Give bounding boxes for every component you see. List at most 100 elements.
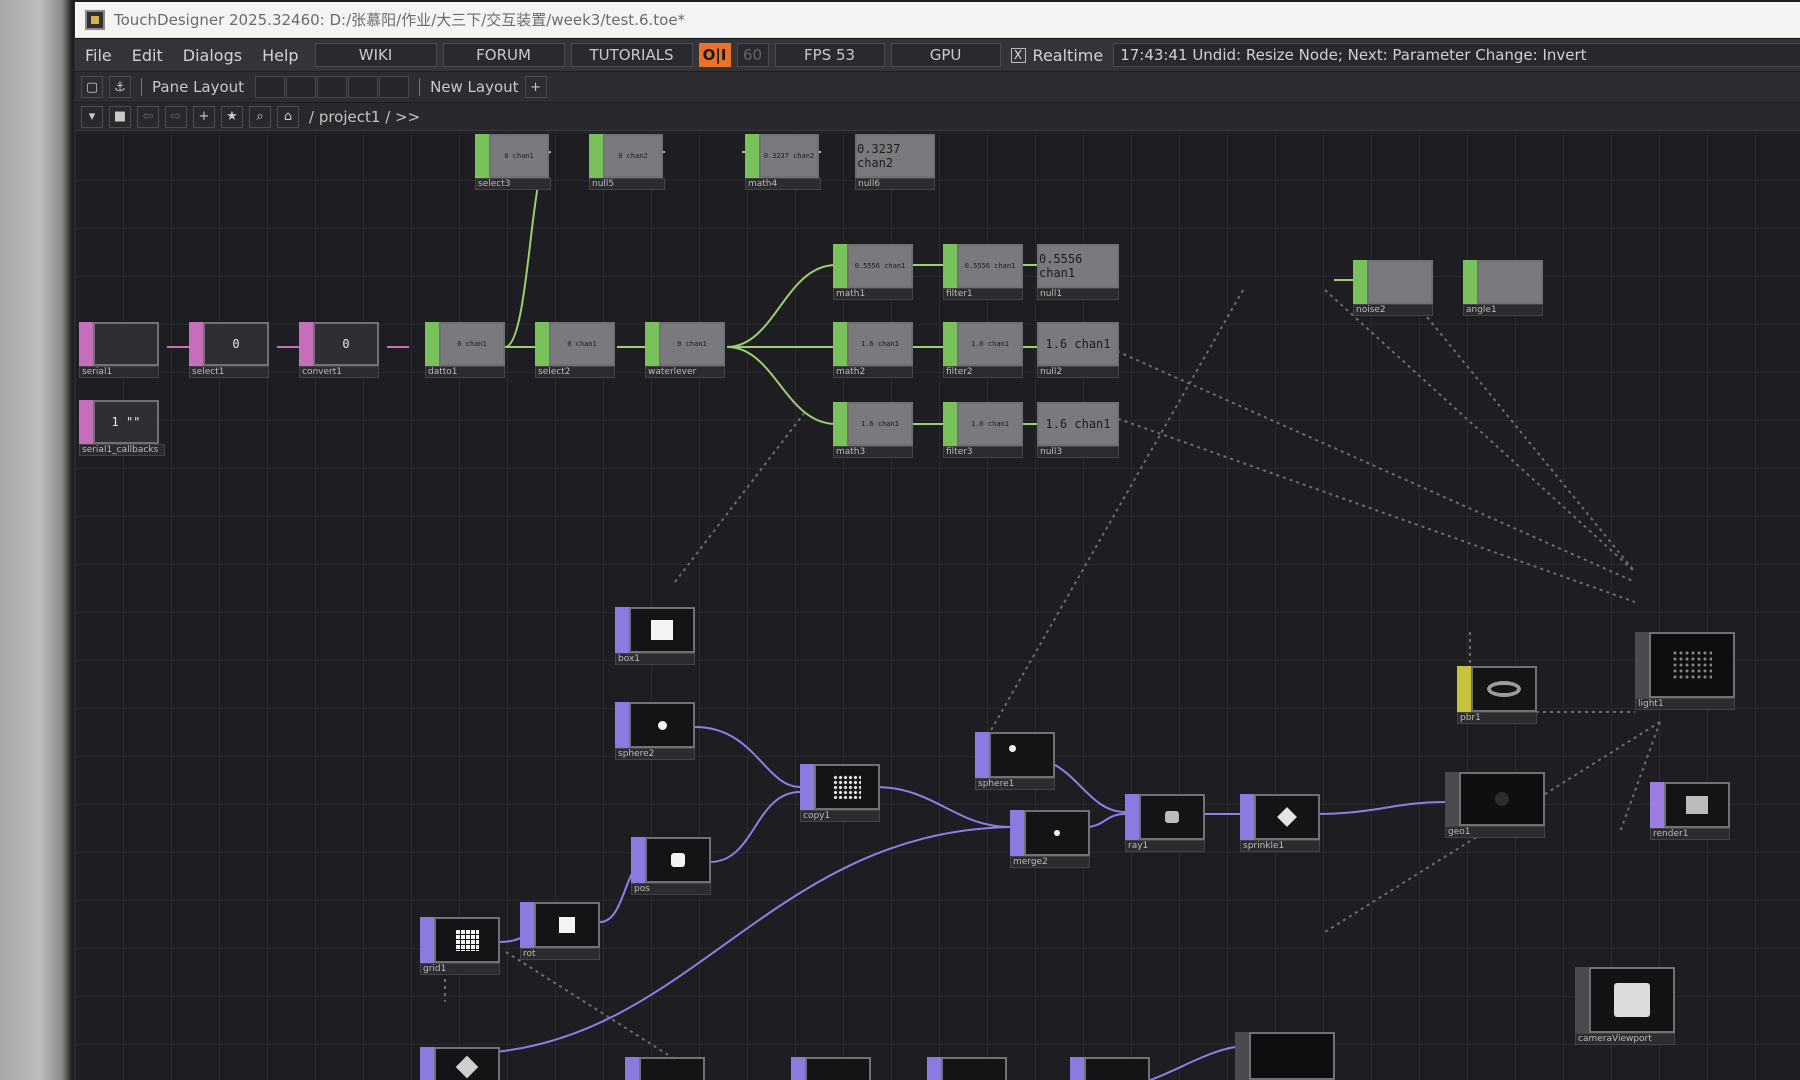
node-name[interactable]: box1 [615,653,695,665]
chevron-down-icon[interactable]: ▾ [81,105,103,128]
realtime-toggle[interactable]: X Realtime [1010,46,1103,65]
node-pbr1[interactable]: pbr1 [1457,666,1537,724]
node-name[interactable]: null1 [1037,288,1119,300]
search-zoom-icon[interactable]: ⌕ [249,105,271,128]
node-null1[interactable]: 0.5556 chan1 null1 [1037,244,1119,300]
node-name[interactable]: sphere1 [975,778,1055,790]
node-math2[interactable]: 1.6 chan1 math2 [833,322,913,378]
node-viewer[interactable] [1649,632,1735,698]
node-name[interactable]: math3 [833,446,913,458]
node-grid1[interactable]: grid1 [420,917,500,975]
wire[interactable] [1145,1046,1236,1080]
node-partial[interactable] [927,1057,1007,1080]
back-arrow-icon[interactable]: ⇦ [137,105,159,128]
node-serial1-callbacks[interactable]: 1 "" serial1_callbacks [79,400,165,456]
node-name[interactable]: light1 [1635,698,1735,710]
network-path[interactable]: / project1 / >> [309,108,420,126]
pane-layout-single-button[interactable] [255,76,286,98]
node-viewer[interactable]: 0.3237 chan2 [759,134,819,178]
node-convert1[interactable]: 0 convert1 [299,322,379,378]
node-partial[interactable] [625,1057,705,1080]
node-name[interactable]: datto1 [425,366,505,378]
node-viewer[interactable]: 0 chan1 [659,322,725,366]
node-geo1[interactable]: geo1 [1445,772,1545,838]
node-merge2[interactable]: merge2 [1010,810,1090,868]
node-datto1[interactable]: 0 chan1 datto1 [425,322,505,378]
node-name[interactable]: noise2 [1353,304,1433,316]
node-viewer[interactable] [629,702,695,748]
node-math4[interactable]: 0.3237 chan2 math4 [745,134,821,190]
forum-button[interactable]: FORUM [442,43,565,67]
node-name[interactable]: null2 [1037,366,1119,378]
node-name[interactable]: pbr1 [1457,712,1537,724]
node-viewer[interactable]: 0.5556 chan1 [1037,244,1119,288]
node-name[interactable]: filter2 [943,366,1023,378]
tutorials-button[interactable]: TUTORIALS [570,43,693,67]
wire[interactable] [1324,289,1636,573]
node-sprinkle1[interactable]: sprinkle1 [1240,794,1320,852]
node-name[interactable]: filter1 [943,288,1023,300]
wire[interactable] [709,791,801,863]
node-name[interactable]: cameraViewport [1575,1033,1675,1045]
menu-help[interactable]: Help [252,46,308,65]
node-name[interactable]: render1 [1650,828,1730,840]
node-viewer[interactable] [534,902,600,948]
node-name[interactable]: select2 [535,366,615,378]
forward-arrow-icon[interactable]: ⇨ [165,105,187,128]
node-viewer[interactable] [805,1057,871,1080]
node-null2[interactable]: 1.6 chan1 null2 [1037,322,1119,378]
node-viewer[interactable]: 0 chan1 [549,322,615,366]
node-viewer[interactable] [434,917,500,963]
wire[interactable] [1404,289,1636,573]
node-name[interactable]: merge2 [1010,856,1090,868]
realtime-checkbox[interactable]: X [1010,47,1026,63]
node-viewer[interactable]: 1.6 chan1 [847,402,913,446]
node-select1[interactable]: 0 select1 [189,322,269,378]
node-select3[interactable]: 0 chan1 select3 [475,134,551,190]
node-name[interactable]: waterlever [645,366,725,378]
node-partial[interactable] [420,1047,500,1080]
node-angle1[interactable]: angle1 [1463,260,1543,316]
node-ray1[interactable]: ray1 [1125,794,1205,852]
node-sphere1[interactable]: sphere1 [975,732,1055,790]
node-box1[interactable]: box1 [615,607,695,665]
wire[interactable] [1084,813,1126,828]
node-viewer[interactable] [1459,772,1545,826]
add-operator-icon[interactable]: + [193,105,215,128]
node-viewer[interactable] [1254,794,1320,840]
node-name[interactable]: ray1 [1125,840,1205,852]
node-viewer[interactable]: 1.6 chan1 [1037,322,1119,366]
node-serial1[interactable]: serial1 [79,322,159,378]
add-layout-button[interactable]: + [524,76,547,98]
node-name[interactable]: select3 [475,178,551,190]
node-viewer[interactable] [434,1047,500,1080]
node-viewer[interactable] [1664,782,1730,828]
node-null3[interactable]: 1.6 chan1 null3 [1037,402,1119,458]
node-name[interactable]: null3 [1037,446,1119,458]
node-viewer[interactable]: 1 "" [93,400,159,444]
node-math3[interactable]: 1.6 chan1 math3 [833,402,913,458]
node-partial[interactable] [791,1057,871,1080]
node-viewer[interactable] [941,1057,1007,1080]
wire[interactable] [674,411,806,583]
node-viewer[interactable]: 1.6 chan1 [847,322,913,366]
node-name[interactable]: null6 [855,178,935,190]
node-name[interactable]: copy1 [800,810,880,822]
node-viewer[interactable] [1471,666,1537,712]
node-viewer[interactable]: 0.5556 chan1 [957,244,1023,288]
node-pos[interactable]: pos [631,837,711,895]
wire[interactable] [726,264,837,348]
node-cameraviewport[interactable]: cameraViewport [1575,967,1675,1045]
node-name[interactable]: rot [520,948,600,960]
node-name[interactable]: sprinkle1 [1240,840,1320,852]
menu-file[interactable]: File [75,46,122,65]
node-viewer[interactable]: 0 chan1 [489,134,549,178]
node-partial[interactable] [1235,1032,1335,1080]
node-viewer[interactable] [1024,810,1090,856]
pane-window-icon[interactable]: ▢ [81,76,103,98]
node-copy1[interactable]: copy1 [800,764,880,822]
wire[interactable] [874,786,1011,828]
node-viewer[interactable] [93,322,159,366]
title-bar[interactable]: TouchDesigner 2025.32460: D:/张慕阳/作业/大三下/… [75,2,1800,38]
perform-mode-button[interactable]: O|I [698,43,731,67]
